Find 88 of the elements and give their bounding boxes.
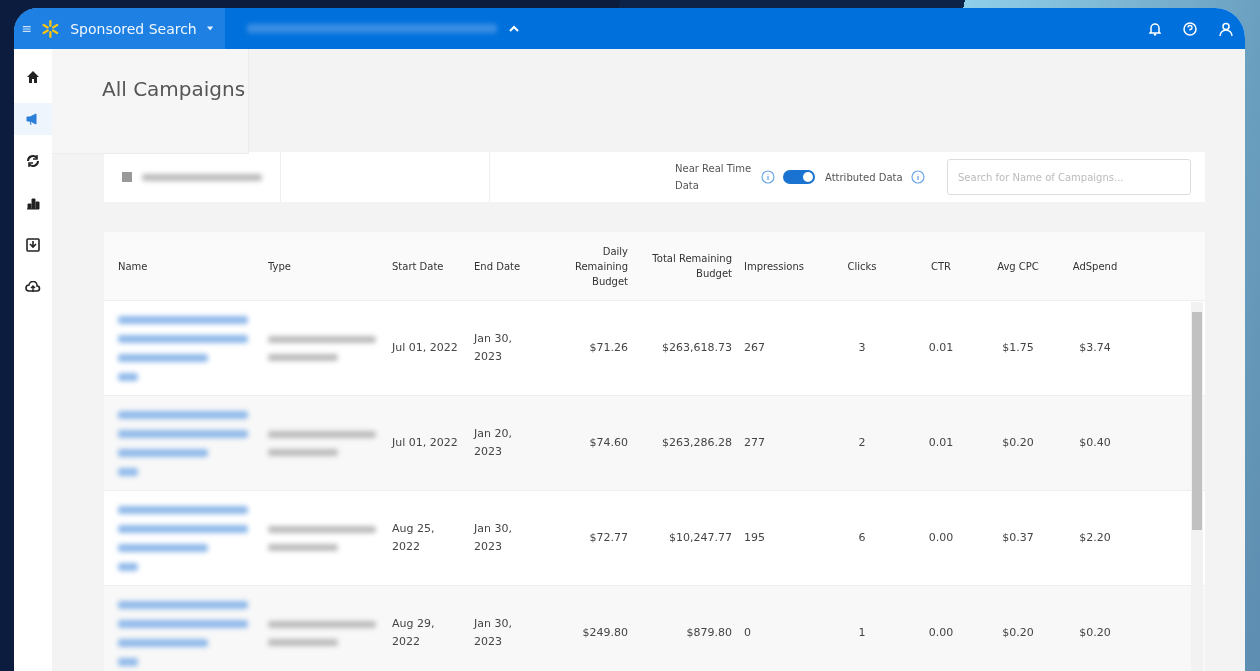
- user-icon[interactable]: [1219, 21, 1233, 36]
- blurred-campaign-name[interactable]: [118, 638, 208, 647]
- blurred-type: [268, 448, 338, 456]
- blurred-campaign-name[interactable]: [118, 429, 248, 438]
- blurred-account-name[interactable]: [247, 24, 497, 33]
- table-cell: Jul 01, 2022: [392, 341, 458, 354]
- table-cell: 2: [858, 436, 866, 449]
- table-cell: $249.80: [582, 626, 628, 639]
- chevron-icon[interactable]: [509, 25, 519, 32]
- near-real-time-label: Near Real Time Data: [675, 162, 753, 193]
- table-cell: 6: [858, 531, 866, 544]
- blurred-campaign-name[interactable]: [118, 410, 248, 419]
- cloud-upload-icon: [25, 281, 41, 293]
- table-cell: 1: [858, 626, 866, 639]
- table-cell: Aug 25, 2022: [392, 522, 435, 553]
- blurred-campaign-name[interactable]: [118, 448, 208, 457]
- table-cell: Jan 30, 2023: [474, 332, 512, 363]
- page-title: All Campaigns: [102, 77, 246, 101]
- table-cell: 267: [744, 341, 765, 354]
- column-header[interactable]: Daily Remaining Budget: [554, 243, 628, 289]
- download-icon: [26, 238, 40, 252]
- blurred-type: [268, 543, 338, 551]
- refresh-icon: [26, 154, 40, 168]
- blurred-type: [268, 638, 338, 646]
- table-cell: $0.37: [1002, 531, 1034, 544]
- table-cell: Jan 20, 2023: [474, 427, 512, 458]
- blurred-campaign-name[interactable]: [118, 372, 138, 381]
- blurred-campaign-name[interactable]: [118, 600, 248, 609]
- table-cell: 3: [858, 341, 866, 354]
- search-field[interactable]: Search for Name of Campaigns...: [947, 159, 1191, 195]
- table-cell: $1.75: [1002, 341, 1034, 354]
- blurred-campaign-name[interactable]: [118, 657, 138, 666]
- blurred-type: [268, 353, 338, 361]
- column-header[interactable]: Start Date: [392, 258, 462, 274]
- table-cell: 195: [744, 531, 765, 544]
- blurred-campaign-name[interactable]: [118, 619, 248, 628]
- table-cell: Aug 29, 2022: [392, 617, 435, 648]
- table-cell: $3.74: [1079, 341, 1111, 354]
- blurred-campaign-name[interactable]: [118, 467, 138, 476]
- table-cell: $0.20: [1079, 626, 1111, 639]
- table-cell: Jan 30, 2023: [474, 522, 512, 553]
- blurred-campaign-name[interactable]: [118, 315, 248, 324]
- attributed-data-label: Attributed Data: [825, 170, 904, 185]
- blurred-campaign-name[interactable]: [118, 505, 248, 514]
- info-icon[interactable]: [761, 170, 775, 184]
- table-cell: 277: [744, 436, 765, 449]
- menu-icon[interactable]: [22, 23, 32, 34]
- scrollbar[interactable]: [1191, 302, 1203, 671]
- column-header[interactable]: Name: [118, 258, 256, 274]
- table-cell: $0.20: [1002, 626, 1034, 639]
- column-header[interactable]: End Date: [474, 258, 542, 274]
- home-icon: [26, 70, 40, 84]
- table-cell: Jan 30, 2023: [474, 617, 512, 648]
- bar-chart-icon: [26, 196, 40, 210]
- table-cell: 0.01: [928, 436, 954, 449]
- column-header[interactable]: AdSpend: [1056, 258, 1134, 274]
- info-icon[interactable]: [911, 170, 925, 184]
- table-cell: $74.60: [589, 436, 628, 449]
- blurred-campaign-name[interactable]: [118, 524, 248, 533]
- table-cell: $71.26: [589, 341, 628, 354]
- blurred-campaign-name[interactable]: [118, 334, 248, 343]
- blurred-campaign-name[interactable]: [118, 562, 138, 571]
- table-cell: $72.77: [589, 531, 628, 544]
- column-header[interactable]: Clicks: [834, 258, 890, 274]
- blurred-campaign-name[interactable]: [118, 353, 208, 362]
- column-header[interactable]: Type: [268, 258, 380, 274]
- calendar-icon: [122, 172, 132, 182]
- column-header[interactable]: CTR: [902, 258, 980, 274]
- table-cell: Jul 01, 2022: [392, 436, 458, 449]
- table-cell: $0.40: [1079, 436, 1111, 449]
- column-header[interactable]: Impressions: [744, 258, 822, 274]
- bell-icon[interactable]: [1149, 21, 1161, 36]
- data-toggle[interactable]: [783, 170, 815, 184]
- table-cell: $0.20: [1002, 436, 1034, 449]
- table-cell: 0.01: [928, 341, 954, 354]
- table-cell: $2.20: [1079, 531, 1111, 544]
- blurred-campaign-name[interactable]: [118, 543, 208, 552]
- table-cell: $263,286.28: [662, 436, 732, 449]
- table-cell: $879.80: [686, 626, 732, 639]
- table-cell: $263,618.73: [662, 341, 732, 354]
- help-icon[interactable]: [1183, 21, 1197, 36]
- table-cell: 0.00: [928, 531, 954, 544]
- caret-icon[interactable]: [206, 26, 213, 31]
- column-header[interactable]: Total Remaining Budget: [640, 251, 732, 281]
- column-header[interactable]: Avg CPC: [992, 258, 1044, 274]
- table-cell: 0: [744, 626, 751, 639]
- table-cell: 0.00: [928, 626, 954, 639]
- table-cell: $10,247.77: [669, 531, 732, 544]
